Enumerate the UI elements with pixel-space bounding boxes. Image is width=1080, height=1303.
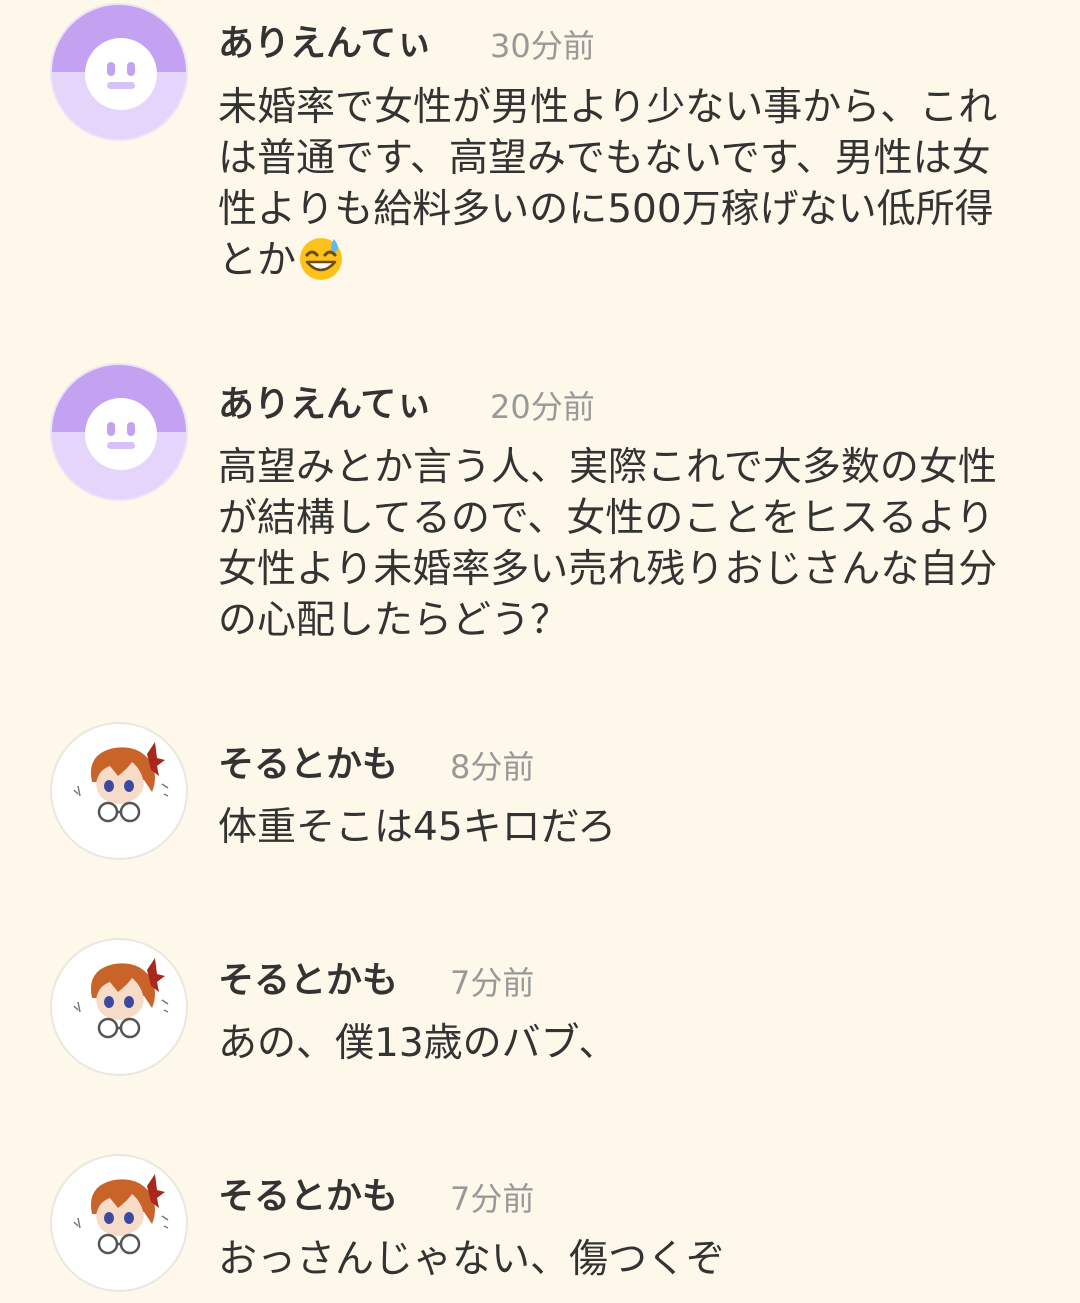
character-avatar-icon[interactable]	[50, 938, 188, 1076]
comment-author[interactable]: そるとかも	[218, 959, 398, 1003]
character-illustration	[73, 958, 169, 1039]
grinning-sweat-emoji-icon	[300, 238, 343, 280]
comment-author[interactable]: ありえんてぃ	[218, 383, 432, 427]
default-avatar-icon[interactable]	[50, 363, 188, 501]
comment-author[interactable]: そるとかも	[218, 743, 398, 787]
comment-author[interactable]: そるとかも	[218, 1175, 398, 1219]
character-avatar-icon[interactable]	[50, 722, 188, 860]
comment-time: 7分前	[450, 1180, 535, 1218]
comment-time: 30分前	[490, 27, 595, 65]
character-avatar-icon[interactable]	[50, 1154, 188, 1292]
comment-text: 高望みとか言う人、実際これで大多数の女性が結構してるので、女性のことをヒスるより…	[218, 445, 998, 643]
comment-text: 体重そこは45キロだろ	[218, 805, 617, 850]
comment-text: おっさんじゃない、傷つくぞ	[218, 1237, 726, 1282]
avatar-face	[85, 398, 157, 470]
comment-time: 20分前	[490, 388, 595, 426]
comment-time: 8分前	[450, 748, 535, 786]
character-illustration	[73, 1174, 169, 1255]
comment-text: 未婚率で女性が男性より少ない事から、これは普通です、高望みでもないです、男性は女…	[218, 82, 1018, 286]
comment-author[interactable]: ありえんてぃ	[218, 22, 432, 66]
avatar-face	[85, 38, 157, 110]
comment-text: あの、僕13歳のバブ、	[218, 1021, 618, 1066]
comment-time: 7分前	[450, 964, 535, 1002]
character-illustration	[73, 742, 169, 823]
default-avatar-icon[interactable]	[50, 3, 188, 141]
